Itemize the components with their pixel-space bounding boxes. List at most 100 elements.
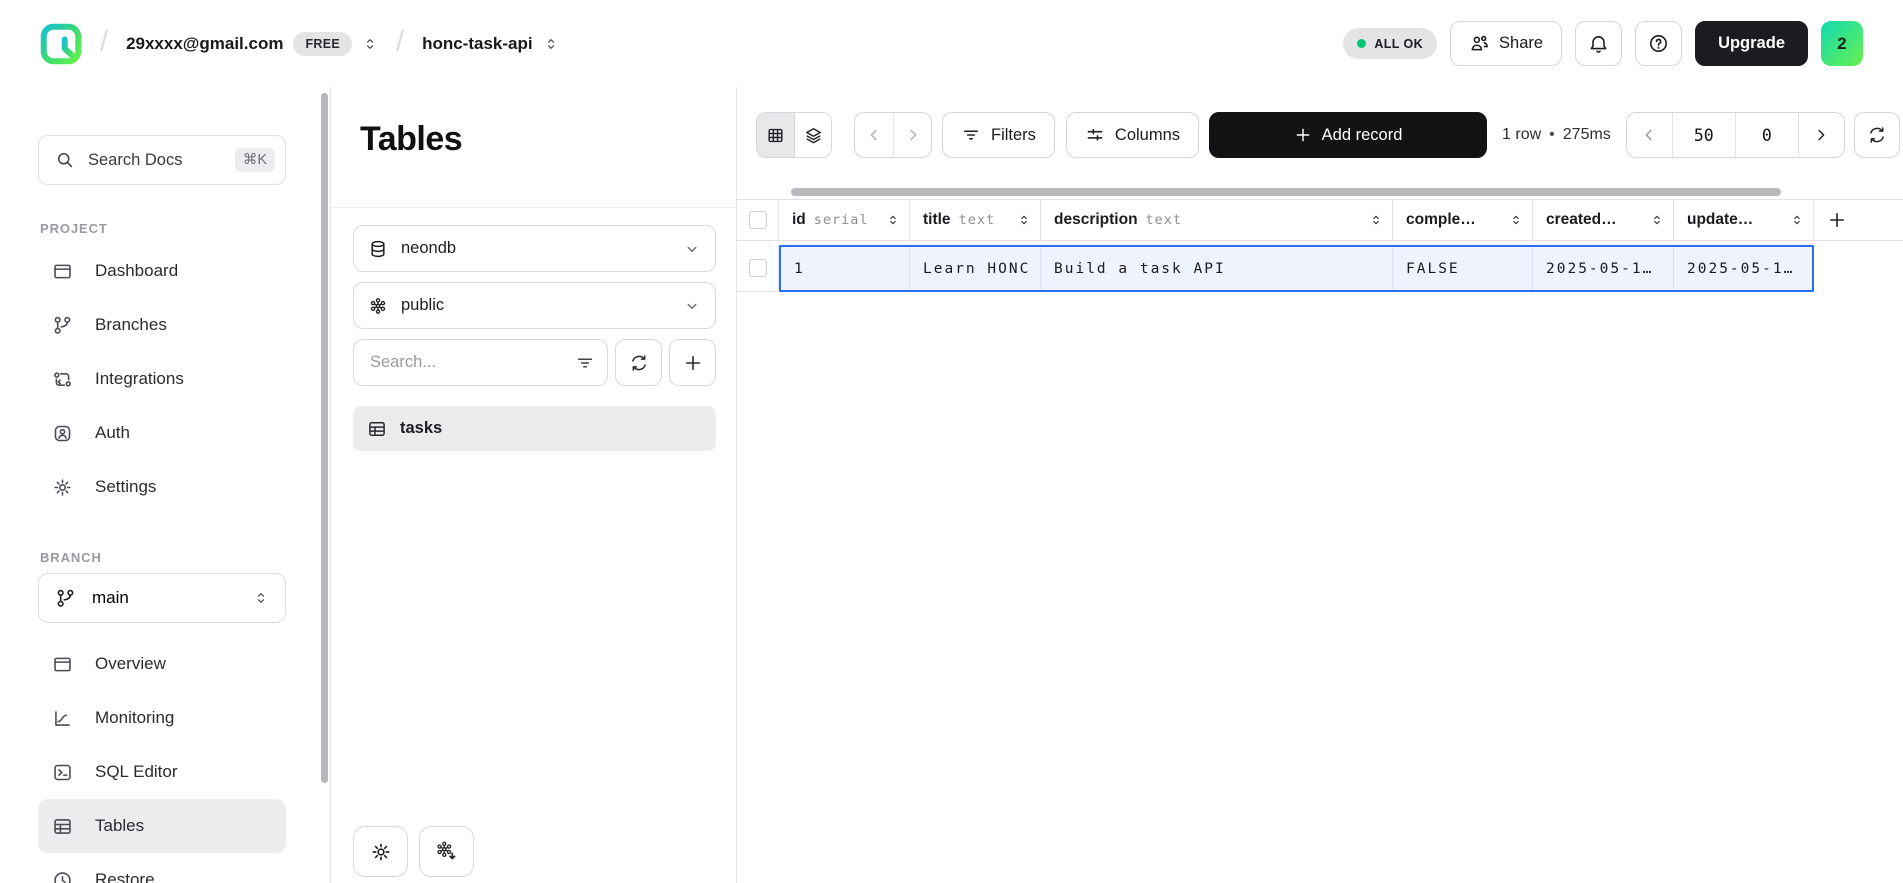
sidebar-item[interactable]: Branches xyxy=(38,298,286,352)
chevron-left-icon xyxy=(1640,126,1658,144)
table-cell[interactable]: 2025-05-1… xyxy=(1674,247,1812,290)
sidebar-item-label: Tables xyxy=(95,816,144,836)
table-cell[interactable]: 2025-05-1… xyxy=(1533,247,1674,290)
row-checkbox[interactable] xyxy=(749,259,767,277)
table-cell[interactable]: Build a task API xyxy=(1041,247,1393,290)
column-header[interactable]: update… xyxy=(1674,200,1814,240)
notifications-button[interactable] xyxy=(1575,21,1622,66)
refresh-tables-button[interactable] xyxy=(615,339,662,386)
add-record-button[interactable]: Add record xyxy=(1209,112,1487,158)
sidebar-item[interactable]: Settings xyxy=(38,460,286,514)
sidebar-item[interactable]: Integrations xyxy=(38,352,286,406)
chevron-down-icon xyxy=(683,240,701,258)
sort-icon[interactable] xyxy=(1650,213,1664,227)
horizontal-scrollbar[interactable] xyxy=(791,188,1781,196)
back-button[interactable] xyxy=(855,113,893,157)
status-badge[interactable]: ALL OK xyxy=(1343,28,1437,59)
auth-icon xyxy=(52,423,73,444)
sidebar-item[interactable]: Monitoring xyxy=(38,691,286,745)
plus-icon xyxy=(1827,210,1847,230)
sidebar-item-label: SQL Editor xyxy=(95,762,178,782)
sidebar-item[interactable]: SQL Editor xyxy=(38,745,286,799)
sidebar-item[interactable]: Overview xyxy=(38,637,286,691)
table-list-item[interactable]: tasks xyxy=(353,406,716,451)
project-name: honc-task-api xyxy=(422,34,533,54)
filters-button[interactable]: Filters xyxy=(942,112,1055,158)
forward-button[interactable] xyxy=(893,113,931,157)
account-breadcrumb[interactable]: 29xxxx@gmail.com FREE xyxy=(126,32,378,56)
branch-selector[interactable]: main xyxy=(38,573,286,623)
database-selector[interactable]: neondb xyxy=(353,225,716,272)
column-header[interactable]: title text xyxy=(910,200,1041,240)
select-all-cell xyxy=(737,200,779,240)
branches-icon xyxy=(52,315,73,336)
sort-icon[interactable] xyxy=(1017,213,1031,227)
column-name: id xyxy=(792,211,806,229)
column-header[interactable]: id serial xyxy=(779,200,910,240)
page-offset-value[interactable]: 0 xyxy=(1735,113,1798,157)
column-name: update… xyxy=(1687,211,1753,229)
two-people-icon xyxy=(1469,33,1490,54)
page-size-value[interactable]: 50 xyxy=(1672,113,1735,157)
branch-section-label: BRANCH xyxy=(40,550,286,565)
sidebar-scrollbar[interactable] xyxy=(321,93,328,783)
table-search-placeholder: Search... xyxy=(370,353,436,372)
data-grid-area: Filters Columns Add record 1 row • 275ms… xyxy=(737,87,1903,883)
add-table-button[interactable] xyxy=(669,339,716,386)
column-header[interactable]: description text xyxy=(1041,200,1393,240)
status-dot-icon xyxy=(1357,39,1366,48)
sort-icon[interactable] xyxy=(1790,213,1804,227)
table-cell[interactable]: Learn HONC xyxy=(910,247,1041,290)
sidebar-item-label: Overview xyxy=(95,654,166,674)
sliders-icon xyxy=(1085,125,1105,145)
branch-nav: Overview Monitoring SQL Editor Tables xyxy=(38,637,286,883)
upgrade-button[interactable]: Upgrade xyxy=(1695,21,1808,66)
column-header[interactable]: created… xyxy=(1533,200,1674,240)
schema-selector[interactable]: public xyxy=(353,282,716,329)
next-page-button[interactable] xyxy=(1798,113,1844,157)
keyboard-shortcut-badge: ⌘K xyxy=(235,148,275,172)
refresh-grid-button[interactable] xyxy=(1854,112,1900,158)
database-name: neondb xyxy=(401,239,456,258)
add-column-button[interactable] xyxy=(1814,200,1860,240)
sidebar-item-label: Auth xyxy=(95,423,130,443)
chevron-updown-icon xyxy=(362,36,378,52)
sidebar-item-label: Branches xyxy=(95,315,167,335)
query-stats: 1 row • 275ms xyxy=(1502,126,1611,144)
sidebar-item[interactable]: Restore xyxy=(38,853,286,883)
help-button[interactable] xyxy=(1635,21,1682,66)
sort-icon[interactable] xyxy=(1369,213,1383,227)
select-all-checkbox[interactable] xyxy=(749,211,767,229)
account-name: 29xxxx@gmail.com xyxy=(126,34,283,54)
table-search-input[interactable]: Search... xyxy=(353,339,608,386)
refresh-icon xyxy=(1867,125,1887,145)
search-docs-input[interactable]: Search Docs ⌘K xyxy=(38,135,286,185)
table-settings-button[interactable] xyxy=(353,826,408,877)
table-cell[interactable]: 1 xyxy=(781,247,910,290)
credits-badge[interactable]: 2 xyxy=(1821,21,1863,66)
branch-icon xyxy=(55,588,76,609)
sidebar-item[interactable]: Auth xyxy=(38,406,286,460)
sidebar-item[interactable]: Dashboard xyxy=(38,244,286,298)
columns-button[interactable]: Columns xyxy=(1066,112,1199,158)
grid-header-row: id serial title text description text xyxy=(737,199,1903,241)
stats-separator: • xyxy=(1549,126,1555,144)
prev-page-button[interactable] xyxy=(1627,113,1672,157)
layers-view-button[interactable] xyxy=(794,113,831,157)
restore-icon xyxy=(52,870,73,883)
table-cell[interactable]: FALSE xyxy=(1393,247,1533,290)
gear-icon xyxy=(370,841,392,863)
sidebar-item[interactable]: Tables xyxy=(38,799,286,853)
column-header[interactable]: comple… xyxy=(1393,200,1533,240)
add-record-label: Add record xyxy=(1322,126,1403,145)
table-row[interactable]: 1 Learn HONC Build a task API FALSE 2025… xyxy=(737,245,1903,292)
sort-icon[interactable] xyxy=(1509,213,1523,227)
table-view-button[interactable] xyxy=(757,113,794,157)
export-schema-button[interactable] xyxy=(419,826,474,877)
neon-logo-icon[interactable] xyxy=(40,23,82,65)
column-type: serial xyxy=(814,212,869,228)
sort-icon[interactable] xyxy=(886,213,900,227)
search-docs-label: Search Docs xyxy=(88,151,182,170)
share-button[interactable]: Share xyxy=(1450,21,1562,66)
project-breadcrumb[interactable]: honc-task-api xyxy=(422,34,559,54)
